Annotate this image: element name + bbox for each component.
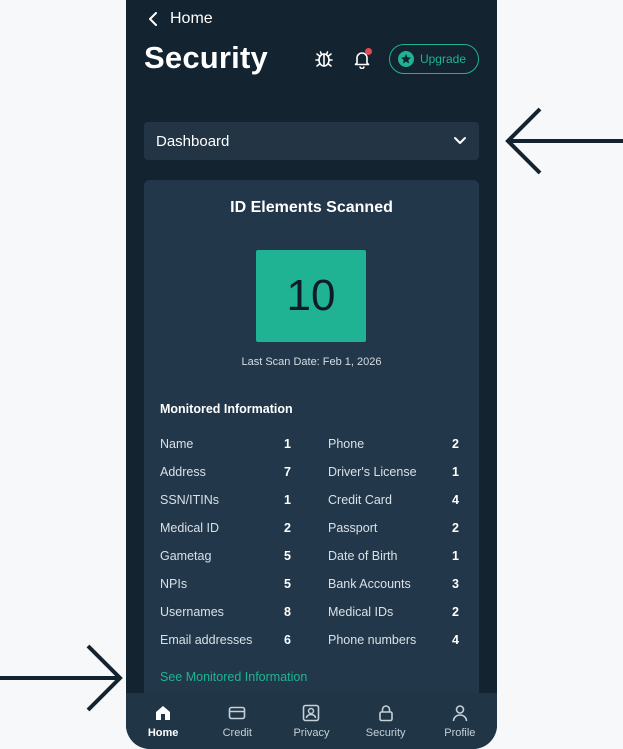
monitored-count: 8	[284, 605, 291, 619]
upgrade-button[interactable]: Upgrade	[388, 44, 479, 74]
monitored-info-grid: Name 1 Phone 2 Address 7 Driver's License 1 …	[160, 430, 460, 654]
monitored-count: 2	[452, 605, 459, 619]
tab-home[interactable]: Home	[133, 703, 193, 739]
scan-count-badge: 10	[256, 250, 366, 342]
monitored-label: Phone numbers	[328, 633, 417, 647]
monitored-label: SSN/ITINs	[160, 493, 220, 507]
monitored-label: Name	[160, 437, 194, 451]
chevron-left-icon	[149, 12, 157, 26]
privacy-icon	[303, 704, 320, 722]
monitored-count: 1	[452, 549, 459, 563]
tab-security[interactable]: Security	[356, 703, 416, 739]
notifications-button[interactable]	[351, 48, 373, 70]
tab-profile[interactable]: Profile	[430, 703, 490, 739]
monitored-info-title: Monitored Information	[160, 402, 293, 416]
header-actions: Upgrade	[313, 44, 479, 74]
see-monitored-info-link[interactable]: See Monitored Information	[160, 670, 307, 684]
monitored-count: 7	[284, 465, 291, 479]
credit-card-icon	[228, 706, 246, 720]
tab-label: Credit	[222, 727, 252, 739]
last-scan-date: Last Scan Date: Feb 1, 2026	[241, 356, 382, 368]
notification-dot	[364, 48, 372, 55]
arrow-right-icon	[0, 644, 123, 712]
tab-credit[interactable]: Credit	[207, 703, 267, 739]
scan-card-title: ID Elements Scanned	[230, 199, 393, 216]
monitored-label: Medical IDs	[328, 605, 394, 619]
monitored-label: Driver's License	[328, 465, 417, 479]
monitored-count: 4	[452, 633, 459, 647]
user-icon	[452, 705, 468, 722]
upgrade-label: Upgrade	[419, 52, 466, 66]
monitored-count: 1	[284, 493, 291, 507]
lock-icon	[378, 705, 393, 722]
monitored-count: 2	[452, 437, 459, 451]
scan-summary-card: ID Elements Scanned 10 Last Scan Date: F…	[144, 180, 479, 740]
monitored-row: SSN/ITINs 1 Credit Card 4	[160, 486, 460, 514]
back-label: Home	[170, 10, 213, 27]
tab-label: Privacy	[293, 727, 330, 739]
monitored-label: Credit Card	[328, 493, 392, 507]
tab-label: Security	[365, 727, 406, 739]
arrow-left-icon	[505, 107, 623, 175]
monitored-row: Address 7 Driver's License 1	[160, 458, 460, 486]
monitored-row: Medical ID 2 Passport 2	[160, 514, 460, 542]
bottom-tab-bar: Home Credit Privacy Security Profile	[126, 693, 497, 749]
phone-screen: Home Security Upgrade Dashboard ID Eleme…	[126, 0, 497, 749]
scan-count: 10	[286, 271, 336, 320]
monitored-row: NPIs 5 Bank Accounts 3	[160, 570, 460, 598]
back-nav[interactable]: Home	[148, 10, 213, 28]
view-select-value: Dashboard	[156, 132, 230, 150]
monitored-label: Email addresses	[160, 633, 253, 647]
monitored-count: 5	[284, 577, 291, 591]
monitored-label: Gametag	[160, 549, 212, 563]
monitored-count: 5	[284, 549, 291, 563]
tab-privacy[interactable]: Privacy	[281, 703, 341, 739]
monitored-label: Address	[160, 465, 206, 479]
tab-label: Profile	[444, 727, 476, 739]
bug-report-button[interactable]	[313, 48, 335, 70]
star-icon	[397, 51, 414, 67]
monitored-label: Phone	[328, 437, 365, 451]
monitored-row: Email addresses 6 Phone numbers 4	[160, 626, 460, 654]
monitored-row: Gametag 5 Date of Birth 1	[160, 542, 460, 570]
monitored-row: Usernames 8 Medical IDs 2	[160, 598, 460, 626]
monitored-label: Date of Birth	[328, 549, 398, 563]
monitored-label: Usernames	[160, 605, 224, 619]
monitored-label: Passport	[328, 521, 378, 535]
monitored-count: 4	[452, 493, 459, 507]
tab-label: Home	[147, 727, 179, 739]
home-icon	[156, 706, 171, 720]
monitored-label: Medical ID	[160, 521, 220, 535]
page-title: Security	[144, 40, 268, 75]
chevron-down-icon	[454, 137, 466, 144]
monitored-count: 1	[452, 465, 459, 479]
monitored-count: 1	[284, 437, 291, 451]
monitored-count: 2	[452, 521, 459, 535]
bug-icon	[315, 51, 333, 67]
monitored-label: Bank Accounts	[328, 577, 411, 591]
view-select[interactable]: Dashboard	[144, 122, 479, 160]
monitored-label: NPIs	[160, 577, 188, 591]
monitored-count: 6	[284, 633, 291, 647]
monitored-count: 3	[452, 577, 459, 591]
monitored-count: 2	[284, 521, 291, 535]
monitored-row: Name 1 Phone 2	[160, 430, 460, 458]
